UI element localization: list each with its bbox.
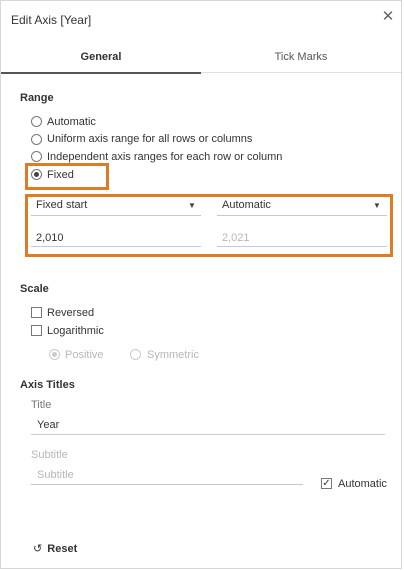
automatic-subtitle-label: Automatic (338, 478, 387, 490)
subtitle-underline (31, 484, 303, 485)
end-mode-underline (217, 215, 387, 216)
reset-icon: ↺ (33, 543, 43, 555)
tab-divider (201, 72, 401, 73)
reversed-label: Reversed (47, 307, 95, 319)
subtitle-input[interactable]: Subtitle (37, 469, 74, 481)
range-automatic-label: Automatic (47, 116, 96, 128)
tab-general[interactable]: General (1, 50, 201, 74)
start-mode-caret-icon[interactable]: ▼ (188, 201, 196, 210)
range-fixed-radio[interactable] (31, 169, 42, 180)
reset-button[interactable]: ↺ Reset (33, 542, 77, 555)
positive-radio[interactable] (49, 349, 60, 360)
end-mode-select[interactable]: Automatic (222, 199, 271, 211)
end-value-input[interactable]: 2,021 (222, 232, 250, 244)
range-heading: Range (20, 92, 54, 104)
close-icon[interactable]: ✕ (381, 9, 395, 24)
range-automatic-radio[interactable] (31, 116, 42, 127)
dialog-title: Edit Axis [Year] (11, 13, 92, 27)
tab-tick-marks[interactable]: Tick Marks (201, 50, 401, 72)
reset-label: Reset (47, 543, 78, 555)
range-fixed-label: Fixed (47, 169, 74, 181)
scale-heading: Scale (20, 283, 49, 295)
start-mode-select[interactable]: Fixed start (36, 199, 87, 211)
start-value-underline (31, 246, 201, 247)
subtitle-field-label: Subtitle (31, 449, 68, 461)
start-mode-underline (31, 215, 201, 216)
range-independent-label: Independent axis ranges for each row or … (47, 151, 283, 163)
title-underline (31, 434, 385, 435)
symmetric-label: Symmetric (147, 349, 199, 361)
title-input[interactable]: Year (37, 419, 59, 431)
positive-label: Positive (65, 349, 104, 361)
end-value-underline (217, 246, 387, 247)
edit-axis-dialog: Edit Axis [Year] ✕ General Tick Marks Ra… (0, 0, 402, 569)
logarithmic-checkbox[interactable] (31, 325, 42, 336)
axis-titles-heading: Axis Titles (20, 379, 75, 391)
range-uniform-radio[interactable] (31, 134, 42, 145)
symmetric-radio[interactable] (130, 349, 141, 360)
end-mode-caret-icon[interactable]: ▼ (373, 201, 381, 210)
range-uniform-label: Uniform axis range for all rows or colum… (47, 133, 253, 145)
start-value-input[interactable]: 2,010 (36, 232, 64, 244)
title-field-label: Title (31, 399, 52, 411)
automatic-subtitle-checkbox[interactable]: ✓ (321, 478, 332, 489)
logarithmic-label: Logarithmic (47, 325, 104, 337)
reversed-checkbox[interactable] (31, 307, 42, 318)
range-independent-radio[interactable] (31, 151, 42, 162)
